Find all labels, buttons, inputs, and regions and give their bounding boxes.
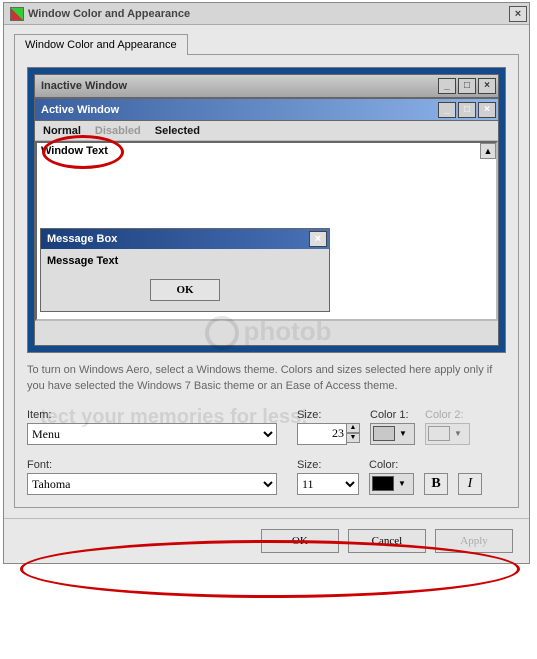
msgbox-ok-button[interactable]: OK	[150, 279, 220, 301]
tab-color-appearance[interactable]: Window Color and Appearance	[14, 34, 188, 55]
font-color-swatch	[372, 476, 394, 491]
outer-title: Window Color and Appearance	[28, 8, 190, 20]
apply-button: Apply	[435, 529, 513, 553]
msgbox-titlebar[interactable]: Message Box ×	[41, 229, 329, 249]
active-minimize-button[interactable]: _	[438, 102, 456, 118]
message-box: Message Box × Message Text OK	[40, 228, 330, 312]
ok-button[interactable]: OK	[261, 529, 339, 553]
preview-menu-bar: Normal Disabled Selected	[35, 121, 498, 141]
font-row: Font: Tahoma Size: 11 Color: ▼ B I	[27, 459, 506, 495]
menu-selected[interactable]: Selected	[155, 125, 200, 137]
size-spin-up[interactable]: ▲	[346, 423, 360, 433]
color1-swatch	[373, 426, 395, 441]
scrollbar-up-button[interactable]: ▲	[480, 143, 496, 159]
outer-titlebar: Window Color and Appearance ×	[4, 3, 529, 25]
description-text: To turn on Windows Aero, select a Window…	[27, 363, 506, 395]
color2-label: Color 2:	[425, 409, 470, 421]
window-text: Window Text	[41, 145, 108, 157]
preview-area: Inactive Window _ □ × Active Window _ □ …	[27, 67, 506, 353]
active-title-text: Active Window	[41, 104, 119, 116]
inactive-minimize-button[interactable]: _	[438, 78, 456, 94]
app-icon	[10, 7, 24, 21]
tab-strip: Window Color and Appearance	[4, 25, 529, 54]
tab-content: Inactive Window _ □ × Active Window _ □ …	[14, 54, 519, 508]
font-color-button[interactable]: ▼	[369, 473, 414, 495]
outer-close-button[interactable]: ×	[509, 6, 527, 22]
font-color-label: Color:	[369, 459, 414, 471]
msgbox-close-button[interactable]: ×	[309, 231, 327, 247]
active-maximize-button[interactable]: □	[458, 102, 476, 118]
menu-disabled: Disabled	[95, 125, 141, 137]
color2-swatch	[428, 426, 450, 441]
italic-button[interactable]: I	[458, 473, 482, 495]
inactive-maximize-button[interactable]: □	[458, 78, 476, 94]
font-size-select[interactable]: 11	[297, 473, 359, 495]
font-size-label: Size:	[297, 459, 359, 471]
cancel-button[interactable]: Cancel	[348, 529, 426, 553]
chevron-down-icon: ▼	[398, 479, 406, 488]
chevron-down-icon: ▼	[454, 429, 462, 438]
active-titlebar[interactable]: Active Window _ □ ×	[35, 99, 498, 121]
item-size-label: Size:	[297, 409, 360, 421]
item-row: Item: Menu Size: ▲ ▼ Color 1:	[27, 409, 506, 445]
color1-button[interactable]: ▼	[370, 423, 415, 445]
inactive-window-titlebar[interactable]: Inactive Window _ □ ×	[34, 74, 499, 98]
active-close-button[interactable]: ×	[478, 102, 496, 118]
chevron-down-icon: ▼	[399, 429, 407, 438]
menu-normal[interactable]: Normal	[43, 125, 81, 137]
bold-button[interactable]: B	[424, 473, 448, 495]
dialog-button-bar: OK Cancel Apply	[4, 518, 529, 563]
font-select[interactable]: Tahoma	[27, 473, 277, 495]
item-label: Item:	[27, 409, 287, 421]
inactive-title-text: Inactive Window	[41, 80, 127, 92]
dialog-window: Window Color and Appearance × Window Col…	[3, 2, 530, 564]
item-size-input[interactable]	[297, 423, 347, 445]
msgbox-title-text: Message Box	[47, 233, 117, 245]
item-select[interactable]: Menu	[27, 423, 277, 445]
size-spin-down[interactable]: ▼	[346, 433, 360, 443]
inactive-close-button[interactable]: ×	[478, 78, 496, 94]
font-label: Font:	[27, 459, 287, 471]
color1-label: Color 1:	[370, 409, 415, 421]
color2-button: ▼	[425, 423, 470, 445]
msgbox-text: Message Text	[41, 249, 329, 273]
